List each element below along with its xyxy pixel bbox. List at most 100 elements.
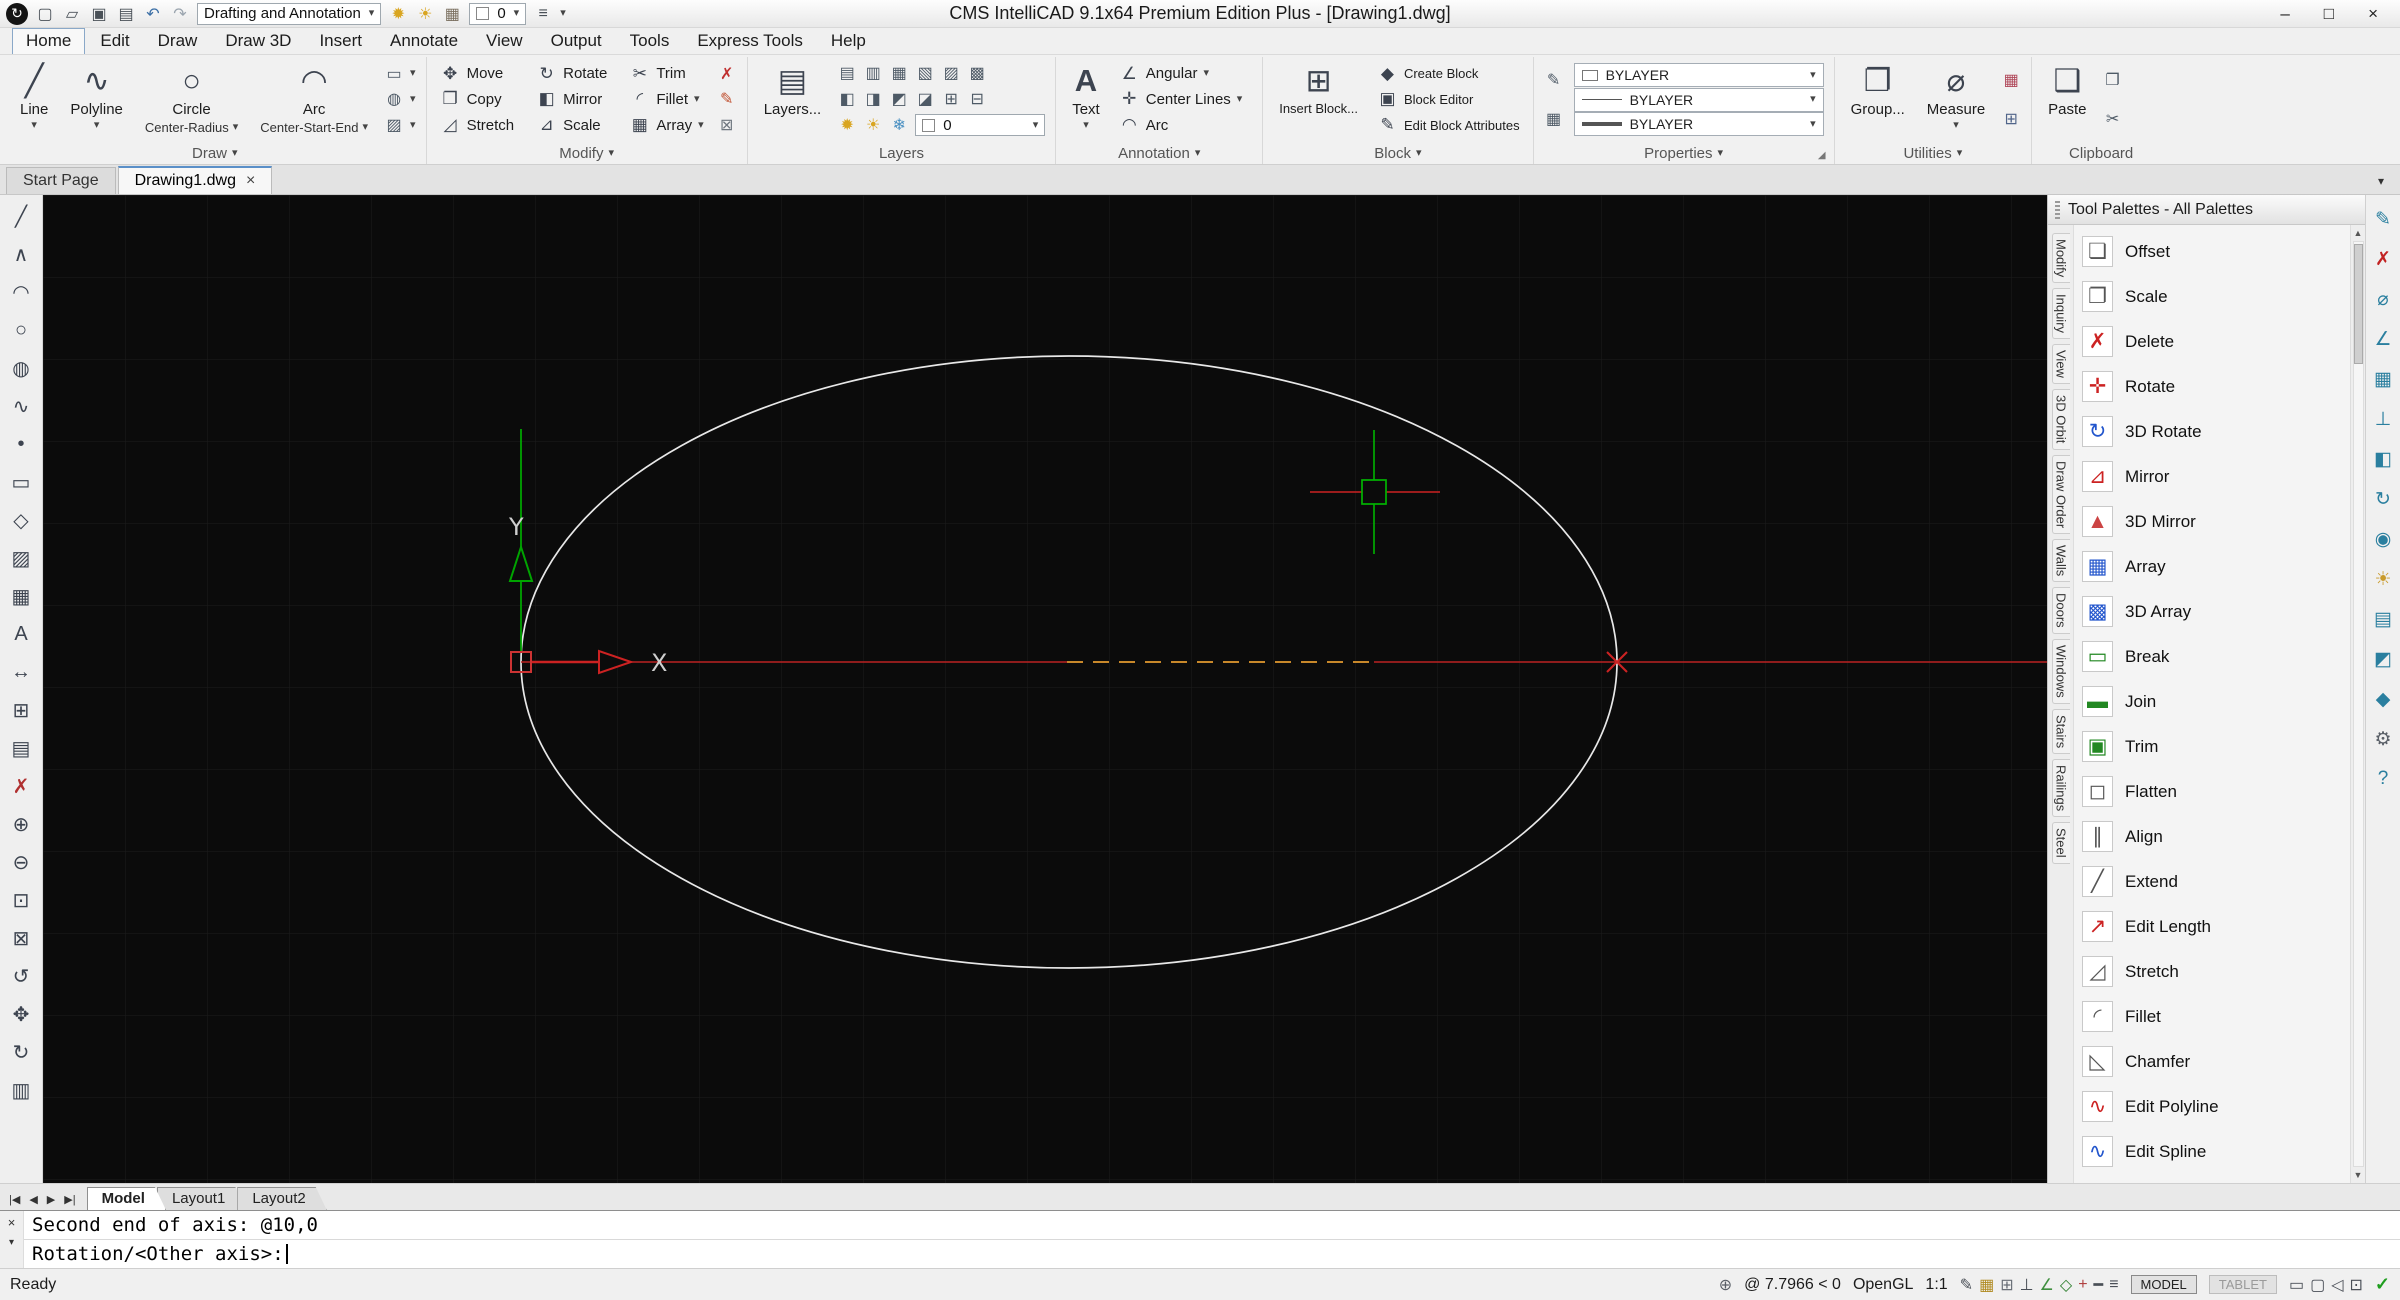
quick-select-icon[interactable]: ▦ — [2001, 70, 2021, 90]
customize-toolbar-icon[interactable]: ≡ — [534, 5, 552, 23]
status-annotation-scale[interactable]: 1:1 — [1925, 1276, 1947, 1294]
draw-extra-tool-button[interactable]: ▨ ▾ — [384, 115, 415, 135]
open-file-icon[interactable]: ▱ — [63, 4, 81, 24]
otrack-toggle-icon[interactable]: + — [2078, 1276, 2087, 1294]
match-properties-icon[interactable]: ✎ — [1544, 70, 1564, 90]
status-coordinates[interactable]: @ 7.7966 < 0 — [1744, 1276, 1841, 1294]
sheet-nav-button[interactable]: ▶| — [61, 1192, 78, 1207]
palette-item[interactable]: ❏ Offset — [2082, 229, 2348, 274]
linetype-combo[interactable]: BYLAYER ▾ — [1573, 87, 1824, 112]
modify-panel-footer[interactable]: Modify ▾ — [435, 142, 739, 164]
layer-states-icon[interactable]: ▥ — [863, 63, 883, 83]
print-icon[interactable]: ▤ — [117, 4, 135, 24]
line-tool-icon[interactable]: ╱ — [2, 197, 40, 235]
sheet-nav-button[interactable]: |◀ — [6, 1192, 23, 1207]
layer-thaw-sun-icon[interactable]: ☀ — [863, 115, 883, 135]
arc-button[interactable]: ◠ Arc Center-Start-End ▾ — [254, 61, 374, 138]
pan-tool-icon[interactable]: ✥ — [2, 995, 40, 1033]
modify-tool-button[interactable]: ✂ Trim — [626, 63, 706, 85]
save-icon[interactable]: ▣ — [90, 4, 108, 24]
palette-item[interactable]: ↻ 3D Rotate — [2082, 409, 2348, 454]
modify-tool-button[interactable]: ◿ Stretch — [437, 114, 524, 136]
palette-item[interactable]: ∿ Edit Polyline — [2082, 1084, 2348, 1129]
annotation-tool-button[interactable]: ∠ Angular ▾ — [1116, 63, 1212, 85]
quick-layer-combo[interactable]: 0 ▾ — [469, 2, 527, 25]
palette-tab[interactable]: Steel — [2051, 822, 2070, 864]
delete-icon[interactable]: ✗ — [2368, 239, 2398, 279]
drawing-canvas[interactable]: X Y — [43, 195, 2047, 1183]
modify-tool-button[interactable]: ❐ Copy — [437, 88, 524, 110]
circle-button[interactable]: ○ Circle Center-Radius ▾ — [139, 61, 244, 138]
properties-panel-footer[interactable]: Properties ▾ ◢ — [1542, 142, 1826, 164]
palette-tab[interactable]: Draw Order — [2051, 454, 2070, 534]
scrollbar-thumb[interactable] — [2353, 244, 2363, 364]
maximize-button[interactable]: □ — [2324, 4, 2334, 24]
layer-previous-icon[interactable]: ◧ — [837, 89, 857, 109]
modify-tool-button[interactable]: ⊿ Scale — [533, 114, 616, 136]
utilities-panel-footer[interactable]: Utilities ▾ — [1843, 142, 2024, 164]
scroll-up-icon[interactable]: ▲ — [2354, 225, 2363, 241]
point-tool-icon[interactable]: • — [2, 425, 40, 463]
bulb-icon[interactable]: ✹ — [389, 4, 407, 24]
layers-panel-footer[interactable]: Layers — [756, 142, 1048, 164]
modify-palette-icon[interactable]: ✎ — [2368, 199, 2398, 239]
annotation-tool-button[interactable]: ◠ Arc — [1116, 114, 1178, 136]
palette-item[interactable]: ◻ Flatten — [2082, 769, 2348, 814]
copy-clip-icon[interactable]: ❐ — [2103, 70, 2123, 90]
palette-item[interactable]: ▲ 3D Mirror — [2082, 499, 2348, 544]
paste-button[interactable]: ❑ Paste — [2042, 61, 2092, 138]
tablet-icon[interactable]: ▭ — [2289, 1275, 2304, 1295]
draw-extra-tool-button[interactable]: ▭ ▾ — [384, 64, 415, 84]
palette-item[interactable]: ↗ Edit Length — [2082, 904, 2348, 949]
ortho-toggle-icon[interactable]: ⊥ — [2020, 1275, 2034, 1295]
palette-scrollbar[interactable]: ▲ ▼ — [2350, 225, 2365, 1183]
palette-tab[interactable]: Windows — [2051, 638, 2070, 704]
palette-tab[interactable]: Inquiry — [2051, 288, 2070, 340]
tab-layout2[interactable]: Layout2 — [237, 1187, 326, 1210]
palette-item[interactable]: ⊿ Mirror — [2082, 454, 2348, 499]
palette-item[interactable]: ▬ Join — [2082, 679, 2348, 724]
palette-item[interactable]: ◿ Stretch — [2082, 949, 2348, 994]
close-icon[interactable]: × — [246, 172, 255, 190]
modify-tool-button[interactable]: ▦ Array ▾ — [626, 114, 706, 136]
palette-item[interactable]: ∥ Align — [2082, 814, 2348, 859]
mouse-icon[interactable]: ◁ — [2331, 1275, 2343, 1295]
hatch-tool-icon[interactable]: ▨ — [2, 539, 40, 577]
circle-tool-icon[interactable]: ○ — [2, 311, 40, 349]
measure-button[interactable]: ⌀ Measure ▾ — [1921, 61, 1991, 138]
polar-toggle-icon[interactable]: ∠ — [2040, 1275, 2054, 1295]
arc-tool-icon[interactable]: ◠ — [2, 273, 40, 311]
palette-header[interactable]: Tool Palettes - All Palettes — [2048, 195, 2365, 225]
palette-item[interactable]: ╱ Extend — [2082, 859, 2348, 904]
table-tool-icon[interactable]: ▤ — [2, 729, 40, 767]
lock-icon[interactable]: ⊠ — [717, 115, 737, 135]
modify-tool-button[interactable]: ✥ Move — [437, 63, 524, 85]
text-button[interactable]: A Text ▾ — [1066, 61, 1106, 138]
modify-tool-button[interactable]: ◧ Mirror — [533, 88, 616, 110]
dialog-launcher-icon[interactable]: ◢ — [1818, 150, 1826, 161]
menu-express-tools[interactable]: Express Tools — [684, 29, 816, 53]
scroll-down-icon[interactable]: ▼ — [2354, 1167, 2363, 1183]
zoom-extents-tool-icon[interactable]: ⊠ — [2, 919, 40, 957]
layer-properties-icon[interactable]: ▤ — [837, 63, 857, 83]
palette-item[interactable]: ✛ Rotate — [2082, 364, 2348, 409]
tab-layout1[interactable]: Layout1 — [157, 1187, 246, 1210]
menu-view[interactable]: View — [473, 29, 536, 53]
view-icon[interactable]: ◧ — [2368, 439, 2398, 479]
palette-item[interactable]: ✗ Delete — [2082, 319, 2348, 364]
erase-icon[interactable]: ✗ — [717, 64, 737, 84]
angle-icon[interactable]: ∠ — [2368, 319, 2398, 359]
menu-output[interactable]: Output — [538, 29, 615, 53]
status-renderer[interactable]: OpenGL — [1853, 1276, 1913, 1294]
redo-icon[interactable]: ↷ — [171, 4, 189, 24]
clean-screen-icon[interactable]: ⊡ — [2350, 1275, 2363, 1295]
layer-walk-icon[interactable]: ◪ — [915, 89, 935, 109]
palette-item[interactable]: ◺ Chamfer — [2082, 1039, 2348, 1084]
zoom-window-tool-icon[interactable]: ⊡ — [2, 881, 40, 919]
palette-tab[interactable]: Stairs — [2051, 708, 2070, 754]
annotation-tool-button[interactable]: ✛ Center Lines ▾ — [1116, 88, 1246, 110]
menu-home[interactable]: Home — [12, 28, 86, 54]
block-panel-footer[interactable]: Block ▾ — [1271, 142, 1524, 164]
text-tool-icon[interactable]: A — [2, 615, 40, 653]
render-icon[interactable]: ◩ — [2368, 639, 2398, 679]
